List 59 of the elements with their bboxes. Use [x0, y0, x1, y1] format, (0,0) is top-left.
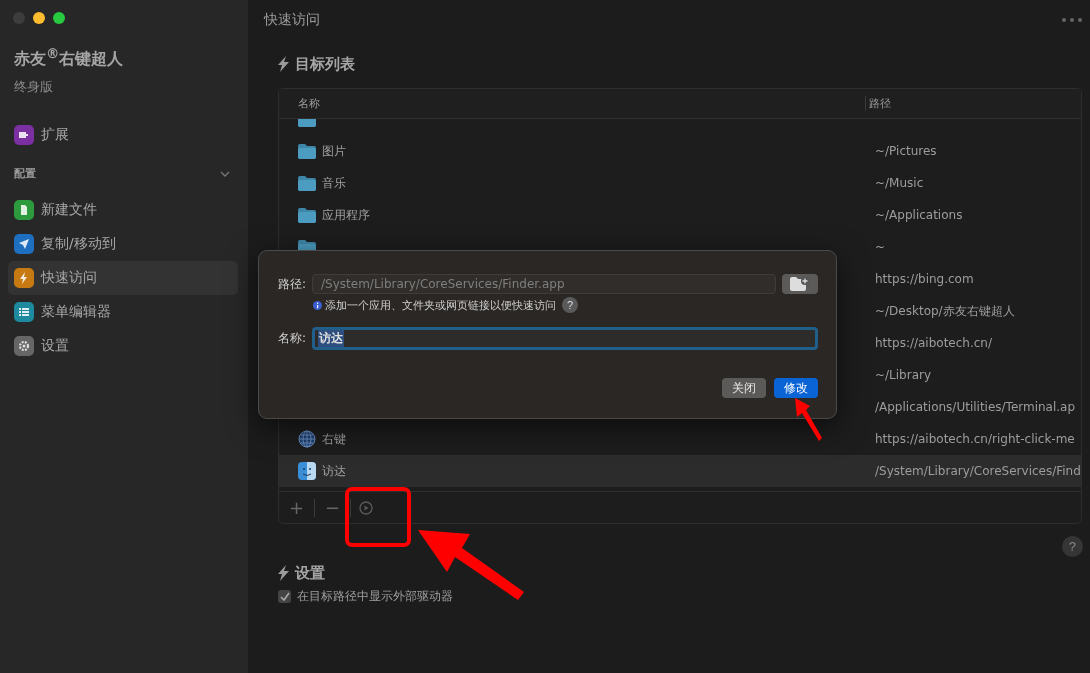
arrow: [795, 398, 822, 441]
section-heading: 目标列表: [295, 54, 355, 74]
section-heading: 设置: [295, 563, 325, 583]
table-row[interactable]: 右键 https://aibotech.cn/right-click-me: [279, 423, 1081, 455]
name-field[interactable]: 访达: [312, 327, 818, 350]
name-cell: 音乐: [322, 174, 346, 192]
column-header[interactable]: 名称: [279, 96, 865, 111]
folder-icon: [298, 143, 316, 159]
path-cell-text: ~/Pictures: [874, 144, 938, 158]
table-row[interactable]: 应用程序 ~/Applications: [279, 199, 1081, 231]
field-label: 名称:: [278, 330, 307, 347]
highlight-frame: [345, 487, 411, 547]
checkbox[interactable]: [278, 590, 291, 603]
help-button[interactable]: ?: [1061, 536, 1083, 557]
minimize-light[interactable]: [33, 12, 45, 24]
folder-icon: [298, 175, 316, 191]
info-icon: [313, 300, 322, 310]
folder-icon: [298, 207, 316, 223]
path-cell-text: ~/Music: [874, 176, 925, 190]
choose-folder-button[interactable]: [782, 274, 818, 294]
path-cell-text: /Applications/Utilities/Terminal.ap: [874, 400, 1077, 414]
table-row[interactable]: 音乐 ~/Music: [279, 167, 1081, 199]
sidebar-item[interactable]: 新建文件: [8, 193, 238, 228]
folder-plus-icon: [790, 277, 810, 291]
name-cell: 右键: [322, 430, 346, 448]
checkbox-label: 在目标路径中显示外部驱动器: [297, 588, 453, 605]
sidebar-item[interactable]: 复制/移动到: [8, 227, 238, 262]
name-cell: 应用程序: [322, 206, 370, 224]
path-cell-text: /System/Library/CoreServices/Find: [874, 464, 1081, 478]
table-row[interactable]: 图片 ~/Pictures: [279, 135, 1081, 167]
lightning-icon: [278, 565, 289, 581]
app-name: 赤友$^{®}$右键超人: [13, 46, 125, 71]
path-field[interactable]: /System/Library/CoreServices/Finder.app: [312, 274, 776, 294]
zoom-light[interactable]: [53, 12, 65, 24]
sidebar-item[interactable]: 快速访问: [8, 261, 238, 296]
name-cell: 图片: [322, 142, 346, 160]
play-circle-icon[interactable]: [359, 500, 374, 515]
chevron-icon[interactable]: [220, 170, 230, 177]
table-row[interactable]: 访达 /System/Library/CoreServices/Find: [279, 455, 1081, 487]
more-icon[interactable]: [1061, 18, 1082, 22]
sidebar-item[interactable]: 菜单编辑器: [8, 295, 238, 330]
field-label: 路径:: [278, 275, 307, 293]
name-cell: 访达: [322, 462, 346, 480]
window-title: 快速访问: [264, 11, 320, 29]
smiling-face-icon: [298, 462, 316, 480]
lightning-icon: [278, 56, 289, 72]
close-button[interactable]: 关闭: [722, 378, 766, 398]
column-header[interactable]: 路径: [865, 96, 1081, 111]
path-cell-text: ~/Applications: [874, 208, 964, 222]
path-cell-text: ~: [874, 240, 887, 254]
edition-label: 终身版: [13, 78, 54, 97]
section-label: 配置: [14, 166, 36, 182]
globe-icon: [298, 430, 316, 448]
hint-text: 添加一个应用、文件夹或网页链接以便快速访问: [325, 297, 556, 313]
path-cell-text: https://aibotech.cn/right-click-me: [874, 432, 1076, 446]
help-button[interactable]: ?: [562, 297, 578, 313]
confirm-button[interactable]: 修改: [774, 378, 818, 398]
sidebar-item[interactable]: 设置: [8, 329, 238, 364]
sidebar-item[interactable]: 扩展: [8, 118, 238, 153]
